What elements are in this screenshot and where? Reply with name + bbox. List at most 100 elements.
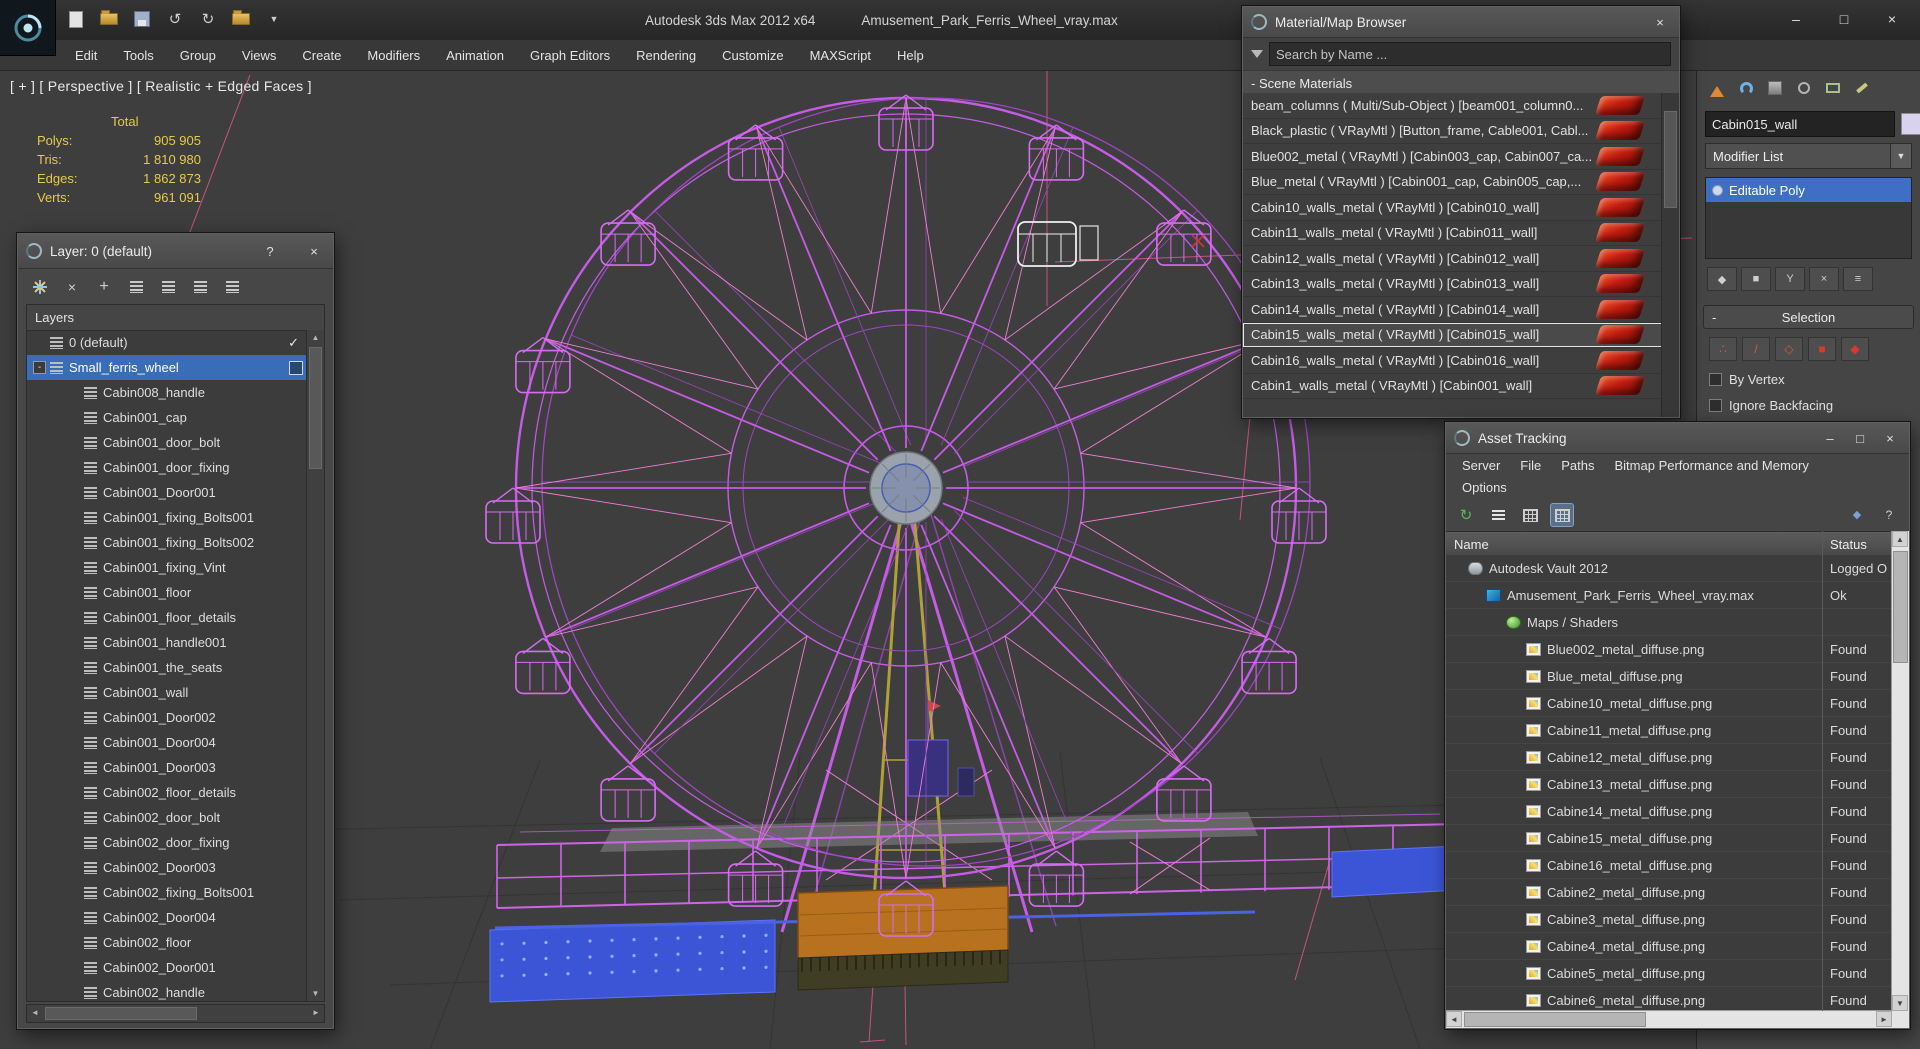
layer-vertical-scrollbar[interactable]: ▲ ▼ [306, 330, 324, 1001]
application-menu-button[interactable] [0, 0, 56, 56]
menu-item[interactable]: Views [229, 40, 289, 70]
scroll-left-icon[interactable]: ◄ [27, 1005, 43, 1020]
expand-toggle-icon[interactable] [67, 511, 80, 524]
expand-toggle-icon[interactable] [67, 586, 80, 599]
menu-item[interactable]: Group [167, 40, 229, 70]
asset-tracking-titlebar[interactable]: Asset Tracking – □ × [1446, 423, 1909, 454]
element-subobject-icon[interactable]: ◆ [1841, 337, 1869, 361]
expand-toggle-icon[interactable] [67, 986, 80, 999]
scroll-left-icon[interactable]: ◄ [1446, 1011, 1462, 1027]
viewport-label[interactable]: [ + ] [ Perspective ] [ Realistic + Edge… [10, 78, 312, 94]
layer-window-help-button[interactable]: ? [259, 244, 281, 259]
details-view-icon[interactable] [1518, 503, 1542, 527]
material-preview-swatch[interactable] [1594, 223, 1646, 243]
menu-item[interactable]: Rendering [623, 40, 709, 70]
material-preview-swatch[interactable] [1594, 146, 1646, 166]
scroll-right-icon[interactable]: ► [1876, 1011, 1892, 1027]
expand-toggle-icon[interactable] [67, 761, 80, 774]
object-name-field[interactable] [1705, 111, 1895, 137]
asset-close-button[interactable]: × [1879, 431, 1901, 446]
asset-menu-item[interactable]: Server [1452, 458, 1510, 473]
menu-item[interactable]: Customize [709, 40, 796, 70]
maximize-button[interactable]: □ [1820, 4, 1868, 34]
expand-toggle-icon[interactable] [67, 836, 80, 849]
expand-toggle-icon[interactable]: - [33, 361, 46, 374]
material-preview-swatch[interactable] [1594, 274, 1646, 294]
asset-menu-item[interactable]: Options [1452, 480, 1517, 495]
layer-row[interactable]: Cabin001_fixing_Bolts001 [27, 505, 307, 530]
material-item[interactable]: Blue002_metal ( VRayMtl ) [Cabin003_cap,… [1243, 144, 1662, 170]
expand-toggle-icon[interactable] [67, 536, 80, 549]
material-preview-swatch[interactable] [1594, 350, 1646, 370]
asset-row[interactable]: Cabine12_metal_diffuse.png Found [1446, 744, 1892, 771]
redo-icon[interactable]: ↻ [196, 7, 220, 31]
asset-menu-item[interactable]: Bitmap Performance and Memory [1605, 458, 1819, 473]
modify-tab-icon[interactable] [1734, 77, 1758, 99]
undo-icon[interactable]: ↺ [163, 7, 187, 31]
material-preview-swatch[interactable] [1594, 248, 1646, 268]
remove-modifier-icon[interactable]: × [1809, 267, 1839, 291]
asset-row[interactable]: Cabine11_metal_diffuse.png Found [1446, 717, 1892, 744]
asset-horizontal-scrollbar[interactable]: ◄ ► [1446, 1010, 1892, 1028]
asset-row[interactable]: Maps / Shaders [1446, 609, 1892, 636]
expand-toggle-icon[interactable] [33, 336, 46, 349]
layer-row[interactable]: Cabin001_door_bolt [27, 430, 307, 455]
scroll-down-icon[interactable]: ▼ [1892, 995, 1908, 1011]
scroll-thumb[interactable] [309, 347, 322, 469]
menu-item[interactable]: Animation [433, 40, 517, 70]
layer-row[interactable]: Cabin002_door_bolt [27, 805, 307, 830]
material-item[interactable]: Cabin12_walls_metal ( VRayMtl ) [Cabin01… [1243, 246, 1662, 272]
layer-row[interactable]: Cabin001_floor_details [27, 605, 307, 630]
project-folder-icon[interactable] [229, 7, 253, 31]
layer-manager-window[interactable]: Layer: 0 (default) ? × × + Layers 0 (def… [16, 232, 335, 1030]
material-preview-swatch[interactable] [1594, 121, 1646, 141]
asset-row[interactable]: Cabine13_metal_diffuse.png Found [1446, 771, 1892, 798]
expand-toggle-icon[interactable] [67, 611, 80, 624]
asset-row[interactable]: Cabine4_metal_diffuse.png Found [1446, 933, 1892, 960]
menu-item[interactable]: Create [289, 40, 354, 70]
context-help-icon[interactable]: ? [1877, 503, 1901, 527]
layer-row[interactable]: Cabin001_floor [27, 580, 307, 605]
layer-row[interactable]: 0 (default) ✓ [27, 330, 307, 355]
save-file-icon[interactable] [130, 7, 154, 31]
material-preview-swatch[interactable] [1594, 325, 1646, 345]
material-map-browser-window[interactable]: Material/Map Browser × - Scene Materials… [1241, 5, 1681, 419]
scroll-right-icon[interactable]: ► [308, 1005, 324, 1020]
scroll-thumb[interactable] [1464, 1012, 1646, 1027]
scroll-down-icon[interactable]: ▼ [307, 986, 324, 1001]
create-new-layer-button[interactable] [28, 275, 52, 299]
column-status[interactable]: Status [1822, 537, 1867, 552]
vertex-subobject-icon[interactable]: ∴ [1709, 337, 1737, 361]
asset-row[interactable]: Cabine16_metal_diffuse.png Found [1446, 852, 1892, 879]
hierarchy-tab-icon[interactable] [1763, 77, 1787, 99]
open-file-icon[interactable] [97, 7, 121, 31]
asset-minimize-button[interactable]: – [1819, 431, 1841, 446]
material-item[interactable]: Cabin1_walls_metal ( VRayMtl ) [Cabin001… [1243, 374, 1662, 399]
expand-toggle-icon[interactable] [67, 886, 80, 899]
display-tab-icon[interactable] [1821, 77, 1845, 99]
material-item[interactable]: Cabin14_walls_metal ( VRayMtl ) [Cabin01… [1243, 297, 1662, 323]
polygon-subobject-icon[interactable]: ■ [1808, 337, 1836, 361]
asset-row[interactable]: Cabine2_metal_diffuse.png Found [1446, 879, 1892, 906]
expand-toggle-icon[interactable] [67, 961, 80, 974]
asset-maximize-button[interactable]: □ [1849, 431, 1871, 446]
material-browser-close-button[interactable]: × [1649, 15, 1671, 30]
asset-row[interactable]: Cabine10_metal_diffuse.png Found [1446, 690, 1892, 717]
asset-menu-item[interactable]: File [1510, 458, 1551, 473]
asset-row[interactable]: Cabine6_metal_diffuse.png Found [1446, 987, 1892, 1011]
asset-row[interactable]: Cabine3_metal_diffuse.png Found [1446, 906, 1892, 933]
asset-tracking-window[interactable]: Asset Tracking – □ × Server File Paths B… [1444, 421, 1911, 1030]
toolbar-dropdown-icon[interactable]: ▼ [262, 7, 286, 31]
close-button[interactable]: × [1868, 4, 1916, 34]
expand-toggle-icon[interactable] [67, 861, 80, 874]
expand-toggle-icon[interactable] [67, 636, 80, 649]
delete-layer-button[interactable]: × [60, 275, 84, 299]
layer-row[interactable]: Cabin002_floor_details [27, 780, 307, 805]
set-current-layer-button[interactable] [156, 275, 180, 299]
material-vertical-scrollbar[interactable] [1661, 93, 1679, 417]
pin-stack-icon[interactable]: ◆ [1707, 267, 1737, 291]
asset-row[interactable]: Cabine14_metal_diffuse.png Found [1446, 798, 1892, 825]
configure-modifier-sets-icon[interactable]: ≡ [1843, 267, 1873, 291]
layer-row[interactable]: Cabin002_Door003 [27, 855, 307, 880]
asset-row[interactable]: Amusement_Park_Ferris_Wheel_vray.max Ok [1446, 582, 1892, 609]
